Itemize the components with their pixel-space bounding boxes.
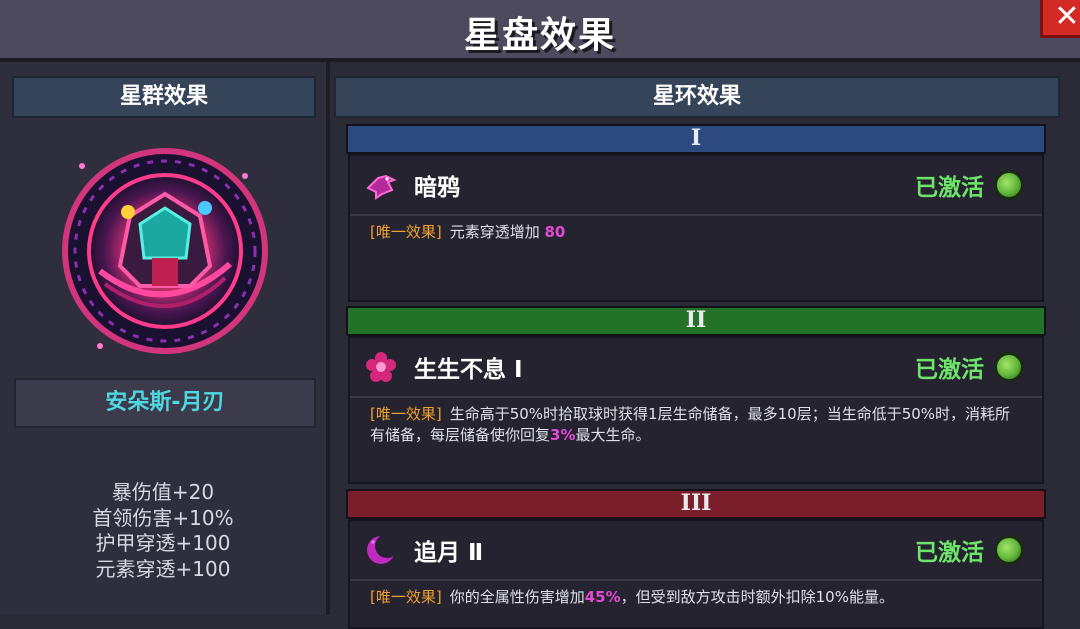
ring-card-header: 追月 Ⅱ 已激活: [350, 521, 1042, 581]
description-highlight: 80: [544, 223, 566, 241]
description-text: 元素穿透增加: [449, 223, 545, 241]
constellation-header: 星群效果: [12, 76, 316, 118]
flower-icon: [366, 352, 396, 382]
stat-line: 暴伤值+20: [111, 480, 215, 504]
close-button[interactable]: ✕: [1040, 0, 1080, 38]
description-text: 最大生命。: [575, 426, 651, 444]
description-highlight: 45%: [584, 588, 621, 606]
stat-line: 元素穿透+100: [95, 556, 231, 581]
ring-name: 追月 Ⅱ: [414, 540, 484, 566]
status-label: 已激活: [915, 175, 984, 201]
ring-description: [唯一效果] 你的全属性伤害增加45%，但受到敌方攻击时额外扣除10%能量。: [370, 587, 1022, 608]
ring-bar-3: III: [346, 489, 1046, 519]
ring-description: [唯一效果] 生命高于50%时拾取球时获得1层生命储备，最多10层；当生命低于50…: [370, 404, 1022, 446]
ring-card-3[interactable]: 追月 Ⅱ 已激活 [唯一效果] 你的全属性伤害增加45%，但受到敌方攻击时额外扣除…: [348, 519, 1044, 629]
description-highlight: 3%: [550, 426, 576, 444]
ring-bar-1: I: [346, 124, 1046, 154]
ring-card-1[interactable]: 暗鸦 已激活 [唯一效果] 元素穿透增加 80: [348, 154, 1044, 302]
page-title: 星盘效果: [463, 15, 616, 56]
ring-card-2[interactable]: 生生不息 Ⅰ 已激活 [唯一效果] 生命高于50%时拾取球时获得1层生命储备，最多…: [348, 336, 1044, 484]
ring-name: 暗鸦: [414, 175, 460, 201]
unique-effect-tag: [唯一效果]: [370, 223, 442, 241]
active-indicator-icon: [994, 535, 1024, 565]
constellation-stats: 暴伤值+20 首领伤害+10% 护甲穿透+100 元素穿透+100: [0, 480, 326, 582]
ring-description: [唯一效果] 元素穿透增加 80: [370, 222, 1022, 243]
ring-effects-header: 星环效果: [334, 76, 1060, 118]
active-indicator-icon: [994, 352, 1024, 382]
ring-bar-2: II: [346, 306, 1046, 336]
ring-card-header: 暗鸦 已激活: [350, 156, 1042, 216]
close-x-icon: ✕: [1054, 0, 1080, 34]
constellation-panel: 星群效果 安朵斯-月刃 暴伤值+20 首领伤害+10% 护甲穿透+100 元素穿…: [0, 62, 330, 615]
ring-name: 生生不息 Ⅰ: [414, 357, 523, 383]
unique-effect-tag: [唯一效果]: [370, 588, 442, 606]
active-indicator-icon: [994, 170, 1024, 200]
crow-icon: [366, 174, 397, 200]
hero-name: 安朵斯-月刃: [14, 378, 316, 428]
description-text: 你的全属性伤害增加: [449, 588, 585, 606]
crescent-moon-icon: [367, 534, 398, 564]
status-label: 已激活: [915, 357, 984, 383]
title-bar: 星盘效果: [0, 0, 1080, 62]
constellation-emblem-icon: [62, 148, 268, 354]
description-text: ，但受到敌方攻击时额外扣除10%能量。: [620, 588, 894, 606]
description-text: 生命高于50%时拾取球时获得1层生命储备，最多10层；当生命低于50%时，消耗所…: [370, 405, 1011, 444]
stat-line: 首领伤害+10%: [92, 505, 234, 530]
unique-effect-tag: [唯一效果]: [370, 405, 442, 423]
status-label: 已激活: [915, 540, 984, 566]
stat-line: 护甲穿透+100: [95, 531, 231, 555]
ring-effects-panel: 星环效果 I 暗鸦 已激活 [唯一效果] 元素穿透增加 80 II 生生不息 Ⅰ…: [330, 62, 1080, 629]
ring-card-header: 生生不息 Ⅰ 已激活: [350, 338, 1042, 398]
